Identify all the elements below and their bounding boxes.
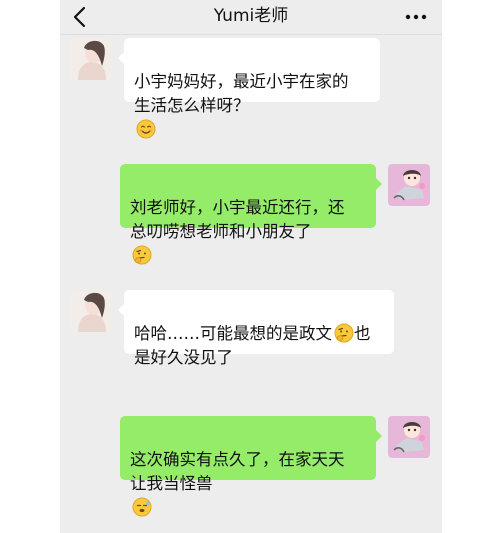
teacher-avatar[interactable] <box>70 290 112 332</box>
smile-emoji-icon <box>136 119 156 139</box>
message-bubble[interactable]: 刘老师好，小宇最近还行，还 总叨唠想老师和小朋友了 <box>120 164 382 265</box>
teacher-avatar[interactable] <box>70 38 112 80</box>
message-text: 这次确实有点久了，在家天天 让我当怪兽 <box>130 450 345 493</box>
more-dots-icon[interactable] <box>404 8 428 26</box>
message-bubble[interactable]: 这次确实有点久了，在家天天 让我当怪兽 <box>120 416 382 517</box>
my-avatar[interactable] <box>388 164 430 206</box>
sweat-emoji-icon <box>132 497 152 517</box>
message-bubble[interactable]: 小宇妈妈好，最近小宇在家的 生活怎么样呀？ <box>118 38 380 139</box>
message-text: 哈哈……可能最想的是政文 <box>134 324 332 343</box>
chat-title: Yumi老师 <box>213 6 289 26</box>
message-bubble[interactable]: 哈哈……可能最想的是政文 也 是好久没见了 <box>118 290 394 367</box>
chat-screen: Yumi老师 小宇妈妈好，最近小宇在家的 生活怎么样呀？ 刘老师好，小宇最近还行… <box>60 0 442 533</box>
thinking-emoji-icon <box>334 323 354 343</box>
thinking-emoji-icon <box>132 245 152 265</box>
chat-header: Yumi老师 <box>60 0 442 35</box>
my-avatar[interactable] <box>388 416 430 458</box>
message-text: 小宇妈妈好，最近小宇在家的 生活怎么样呀？ <box>134 72 349 115</box>
message-text: 刘老师好，小宇最近还行，还 总叨唠想老师和小朋友了 <box>130 198 345 241</box>
